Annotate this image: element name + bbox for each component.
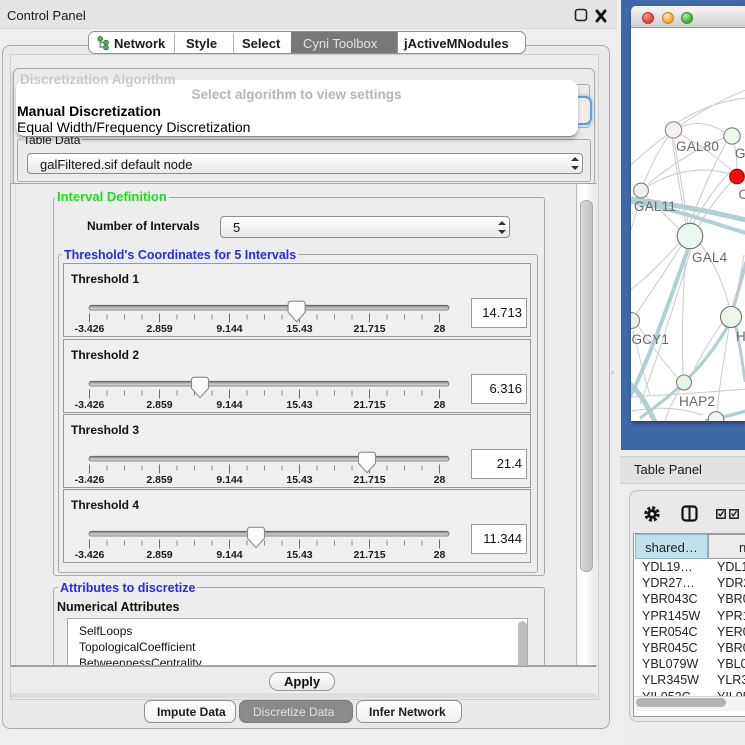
svg-text:GA…: GA…	[735, 146, 745, 161]
svg-text:H: H	[736, 329, 745, 344]
svg-text:GCY1: GCY1	[632, 332, 670, 347]
svg-text:GAL80: GAL80	[676, 139, 719, 154]
svg-text:GAL11: GAL11	[634, 199, 676, 214]
svg-text:C…: C…	[739, 187, 745, 202]
svg-text:HAP2: HAP2	[679, 394, 715, 409]
svg-text:GAL4: GAL4	[692, 250, 728, 265]
